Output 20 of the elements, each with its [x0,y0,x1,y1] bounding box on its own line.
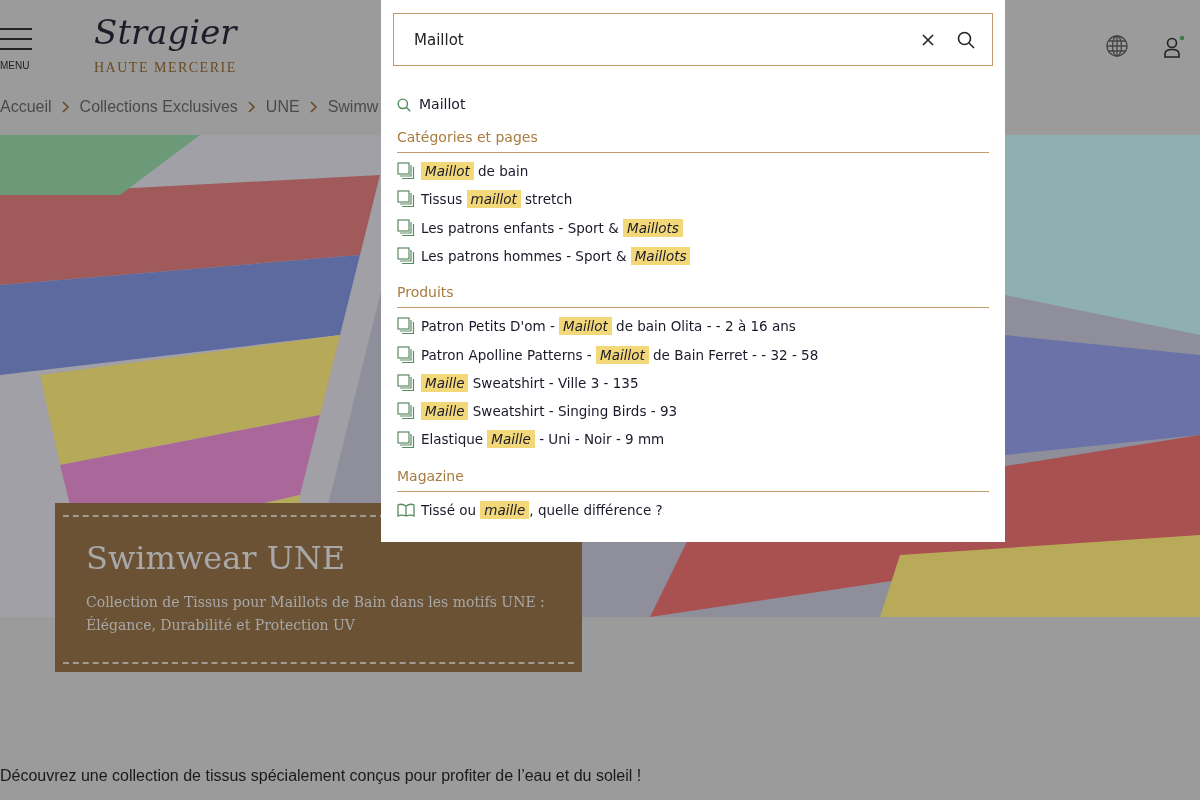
search-result[interactable]: Patron Petits D'om - Maillot de bain Olita - - 2 à 16 ans [397,312,796,341]
hero-title: Swimwear UNE [86,539,347,578]
search-result[interactable]: Maillot de bain [397,157,529,186]
search-result[interactable]: Les patrons enfants - Sport & Maillots [397,213,683,242]
search-result[interactable]: Tissus maillot stretch [397,185,573,214]
menu-button[interactable]: MENU [0,27,34,73]
search-result[interactable]: Tissé ou maille, quelle différence ? [397,495,663,524]
section-heading: Catégories et pages [397,127,989,153]
hero-subtitle: Collection de Tissus pour Maillots de Bain dans les motifs UNE : Élégance, Durabilité et Protection UV [86,593,546,636]
search-result[interactable]: Les patrons hommes - Sport & Maillots [397,241,691,271]
section-heading: Produits [397,282,989,309]
section-heading: Magazine [397,465,989,492]
search-result[interactable]: Maille Sweatshirt - Singing Birds - 93 [397,397,678,426]
search-field[interactable]: Maillot [393,13,993,66]
search-result[interactable]: Patron Apolline Patterns - Maillot de Bain Ferret - - 32 - 58 [397,340,819,369]
intro-text: Découvrez une collection de tissus spécialement conçus pour profiter de l’eau et du soleil ! [0,766,642,786]
search-result[interactable]: Elastique Maille - Uni - Noir - 9 mm [397,425,665,454]
logo[interactable]: Stragier HAUTE MERCERIE [94,14,237,78]
search-suggestion[interactable]: Maillot [397,94,466,115]
search-result[interactable]: Maille Sweatshirt - Ville 3 - 135 [397,368,639,398]
